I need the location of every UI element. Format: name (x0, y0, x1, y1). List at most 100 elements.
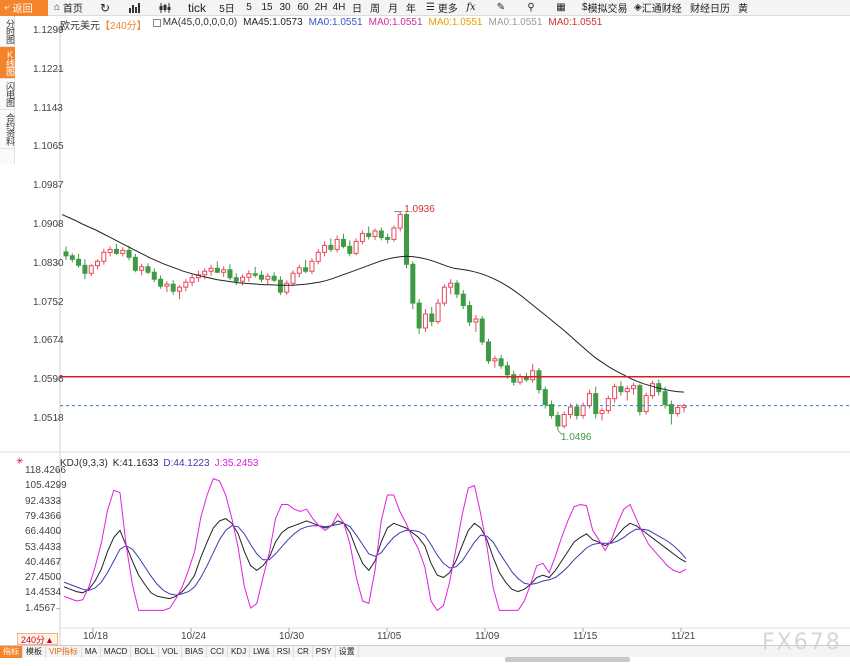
date-tick-label: 10/18 (83, 631, 109, 642)
indicator-tab[interactable]: VOL (159, 645, 182, 658)
candle-body (498, 358, 504, 367)
candle-body (429, 313, 435, 323)
candle-body (189, 277, 195, 283)
price-tick-label: 1.1221 (33, 63, 64, 75)
candle-body (284, 282, 290, 293)
candle-body (385, 236, 391, 240)
kdj-tick-label: 27.4500 (25, 572, 62, 584)
candle-body (580, 405, 586, 417)
candle-body (530, 370, 536, 381)
indicator-tab[interactable]: CR (294, 645, 313, 658)
price-tick-label: 1.1143 (33, 102, 63, 114)
candle-body (113, 248, 119, 254)
candle-body (460, 293, 466, 307)
candle-body (340, 238, 346, 247)
candle-body (132, 256, 138, 271)
price-tick-label: 1.0908 (33, 219, 64, 230)
candle-body (448, 282, 454, 288)
candle-body (315, 251, 321, 262)
date-tick-label: 11/21 (671, 631, 696, 642)
indicator-tab[interactable]: MA (82, 645, 101, 658)
candle-body (221, 269, 227, 273)
price-tick-label: 1.0752 (33, 296, 64, 308)
candle-body (605, 398, 611, 412)
candle-body (631, 385, 637, 390)
kdj-tick-label: 118.4266 (25, 465, 66, 476)
indicator-tab[interactable]: BIAS (182, 645, 208, 658)
period-selector-tab[interactable]: 240分▲ (17, 633, 58, 645)
candle-body (296, 267, 302, 274)
price-tick-label: 1.0518 (33, 413, 64, 424)
high-price-label: 1.0936 (404, 203, 435, 215)
candle-body (353, 240, 359, 254)
indicator-tab[interactable]: RSI (274, 645, 295, 658)
indicator-tab[interactable]: 模板 (23, 645, 46, 658)
candle-body (151, 271, 157, 280)
candle-body (378, 230, 384, 238)
candle-body (555, 415, 561, 427)
candle-body (637, 385, 643, 413)
candle-body (441, 286, 447, 304)
candle-body (422, 313, 428, 329)
candle-body (334, 238, 340, 250)
price-tick-label: 1.0987 (33, 180, 64, 192)
indicator-tab[interactable]: 指标 (0, 645, 23, 658)
kdj-tick-label: 92.4333 (25, 495, 62, 507)
candle-body (258, 274, 264, 280)
candle-body (328, 244, 334, 250)
candle-body (309, 260, 315, 272)
indicator-tab[interactable]: 设置 (336, 645, 359, 658)
chart-scrollbar[interactable] (505, 657, 630, 662)
indicator-tab[interactable]: LW& (250, 645, 274, 658)
candle-body (139, 266, 145, 271)
candle-body (322, 244, 328, 253)
price-tick-label: 1.1065 (33, 141, 64, 153)
kdj-tick-label: 79.4366 (25, 510, 62, 522)
candle-body (170, 283, 176, 292)
candle-body (126, 249, 132, 258)
indicator-tab[interactable]: KDJ (228, 645, 251, 658)
watermark: FX678 (762, 630, 842, 655)
candle-body (158, 278, 164, 287)
indicator-tab[interactable]: MACD (101, 645, 132, 658)
candle-body (612, 386, 618, 400)
candle-body (536, 370, 542, 391)
indicator-tab[interactable]: PSY (313, 645, 336, 658)
indicator-tab[interactable]: VIP指标 (46, 645, 82, 658)
candle-body (542, 389, 548, 406)
candle-body (397, 214, 403, 229)
candle-body (511, 374, 517, 383)
candle-body (586, 393, 592, 407)
kdj-tick-label: 40.4467 (25, 556, 62, 568)
candle-body (574, 406, 580, 417)
kdj-d-line (63, 522, 687, 596)
candle-body (303, 267, 309, 272)
kdj-tick-label: 105.4299 (25, 480, 67, 492)
indicator-tab[interactable]: BOLL (131, 645, 159, 658)
date-tick-label: 11/15 (573, 631, 598, 642)
candle-body (227, 269, 233, 279)
candle-body (517, 376, 523, 383)
candle-body (479, 318, 485, 343)
candle-body (76, 258, 82, 266)
candle-body (271, 275, 277, 281)
candle-body (214, 267, 220, 273)
candle-body (391, 227, 397, 240)
date-tick-label: 10/30 (279, 631, 305, 642)
candle-body (95, 260, 101, 267)
candle-body (177, 286, 183, 292)
candle-body (240, 276, 246, 282)
candle-body (265, 275, 271, 280)
kdj-tick-label: 1.4567 (25, 602, 56, 614)
indicator-tab[interactable]: CCI (207, 645, 228, 658)
candle-body (252, 273, 258, 276)
price-tick-label: 1.0596 (33, 374, 64, 386)
date-tick-label: 11/05 (377, 631, 402, 642)
candle-body (467, 305, 473, 323)
price-chart[interactable] (0, 0, 850, 666)
candle-body (454, 282, 460, 295)
candle-body (208, 267, 214, 272)
candle-body (675, 407, 681, 415)
indicator-tabbar: 指标 模板 VIP指标 MA MACD BOLL VOL BIAS CCI KDJ LW& RSI CR… (0, 645, 850, 658)
candle-body (107, 248, 113, 253)
